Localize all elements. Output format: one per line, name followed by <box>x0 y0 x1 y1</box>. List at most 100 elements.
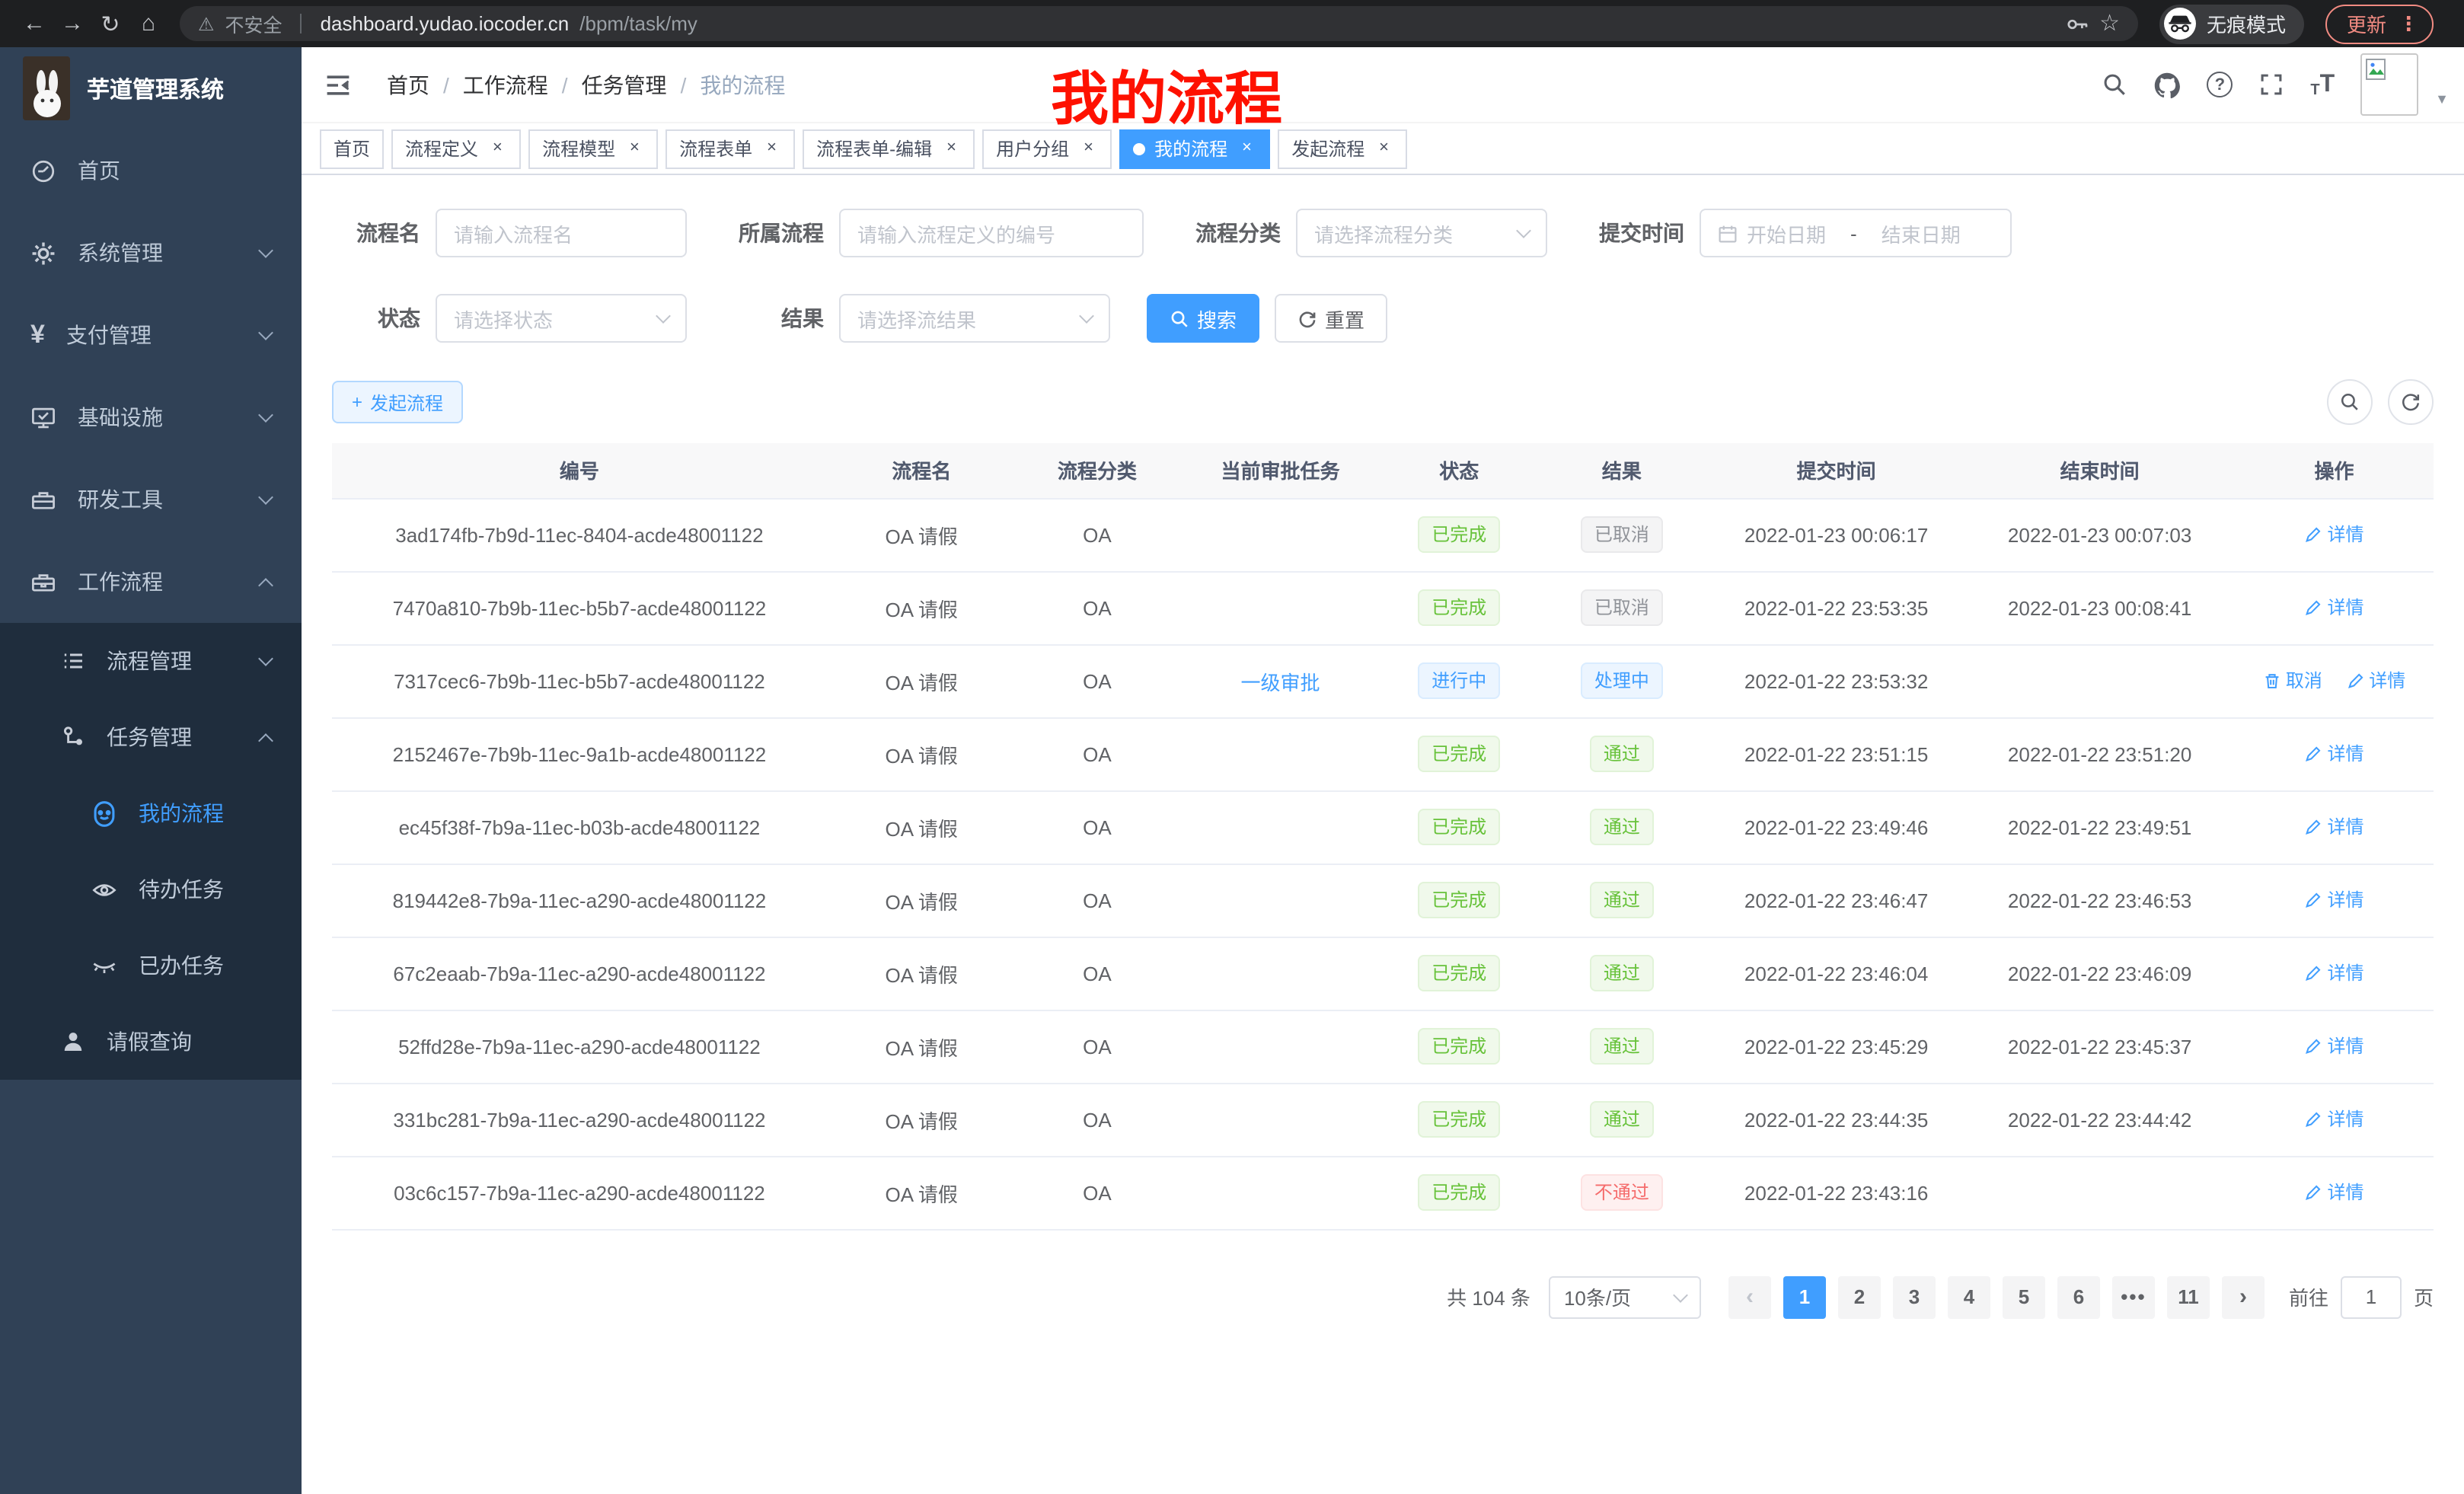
detail-action-link[interactable]: 详情 <box>2305 595 2364 621</box>
result-select[interactable]: 请选择流结果 <box>839 294 1110 343</box>
page-button[interactable]: 4 <box>1948 1275 1990 1318</box>
tab-close-icon[interactable]: × <box>1237 139 1256 158</box>
tab-close-icon[interactable]: × <box>941 139 961 158</box>
sidebar-item-label: 已办任务 <box>139 950 224 981</box>
result-badge: 通过 <box>1590 955 1654 991</box>
page-button[interactable]: 6 <box>2057 1275 2100 1318</box>
page-button[interactable]: ••• <box>2112 1275 2155 1318</box>
sidebar-item-process-mgmt[interactable]: 流程管理 <box>0 623 302 699</box>
sidebar-item-infra[interactable]: 基础设施 <box>0 376 302 458</box>
page-button[interactable]: 1 <box>1783 1275 1826 1318</box>
page-button[interactable]: 2 <box>1838 1275 1881 1318</box>
tab[interactable]: 发起流程 × <box>1278 129 1407 168</box>
category-select[interactable]: 请选择流程分类 <box>1296 209 1547 257</box>
current-task-link[interactable]: 一级审批 <box>1241 671 1320 694</box>
fullscreen-icon[interactable] <box>2258 72 2284 97</box>
next-page-button[interactable]: › <box>2222 1275 2265 1318</box>
tab-close-icon[interactable]: × <box>487 139 507 158</box>
sidebar-item-leave-query[interactable]: 请假查询 <box>0 1004 302 1080</box>
submit-time-range-picker[interactable]: 开始日期 - 结束日期 <box>1700 209 2012 257</box>
goto-page: 前往 1 页 <box>2289 1275 2434 1318</box>
chevron-down-icon <box>258 651 273 666</box>
detail-action-link[interactable]: 详情 <box>2305 960 2364 986</box>
cell-process-name: OA 请假 <box>827 1010 1017 1083</box>
reload-icon[interactable]: ↻ <box>91 5 129 42</box>
bookmark-star-icon[interactable]: ☆ <box>2099 12 2120 35</box>
tab-close-icon[interactable]: × <box>1078 139 1098 158</box>
detail-action-link[interactable]: 详情 <box>2346 668 2405 694</box>
logo-row[interactable]: 芋道管理系统 <box>0 47 302 129</box>
security-label: 不安全 <box>225 9 282 38</box>
sidebar-item-workflow[interactable]: 工作流程 <box>0 541 302 623</box>
tab[interactable]: 首页 <box>320 129 384 168</box>
update-button[interactable]: 更新 ⋮ <box>2325 4 2434 43</box>
tab[interactable]: 流程模型 × <box>528 129 658 168</box>
page-button[interactable]: 3 <box>1893 1275 1936 1318</box>
page-size-select[interactable]: 10条/页 <box>1549 1275 1701 1318</box>
status-select[interactable]: 请选择状态 <box>436 294 687 343</box>
address-bar[interactable]: ⚠ 不安全 dashboard.yudao.iocoder.cn /bpm/ta… <box>180 6 2138 41</box>
help-icon[interactable]: ? <box>2207 72 2233 97</box>
avatar-dropdown-icon[interactable]: ▼ <box>2435 91 2449 107</box>
forward-icon[interactable]: → <box>53 5 91 42</box>
back-icon[interactable]: ← <box>15 5 53 42</box>
process-def-input[interactable]: 请输入流程定义的编号 <box>839 209 1144 257</box>
detail-action-link[interactable]: 详情 <box>2305 522 2364 547</box>
detail-action-link[interactable]: 详情 <box>2305 887 2364 913</box>
sidebar-item-payment[interactable]: ¥ 支付管理 <box>0 294 302 376</box>
detail-action-link[interactable]: 详情 <box>2305 814 2364 840</box>
show-search-toggle-button[interactable] <box>2327 379 2373 425</box>
breadcrumb-item[interactable]: 首页 <box>387 69 429 100</box>
page-title-overlay: 我的流程 <box>1051 52 1282 136</box>
prev-page-button[interactable]: ‹ <box>1728 1275 1771 1318</box>
tab[interactable]: 流程定义 × <box>391 129 521 168</box>
breadcrumb-item[interactable]: 工作流程 <box>463 69 548 100</box>
tab[interactable]: 流程表单 × <box>665 129 795 168</box>
detail-action-link[interactable]: 详情 <box>2305 1106 2364 1132</box>
url-path: /bpm/task/my <box>579 12 697 35</box>
sidebar-item-done-tasks[interactable]: 已办任务 <box>0 927 302 1004</box>
home-icon[interactable]: ⌂ <box>129 5 168 42</box>
search-icon[interactable] <box>2102 72 2127 97</box>
github-icon[interactable] <box>2153 71 2181 98</box>
eye-icon <box>91 876 117 902</box>
sidebar-item-system[interactable]: 系统管理 <box>0 212 302 294</box>
sidebar-item-task-mgmt[interactable]: 任务管理 <box>0 699 302 775</box>
sidebar-item-home[interactable]: 首页 <box>0 129 302 212</box>
create-process-button[interactable]: + 发起流程 <box>332 381 463 423</box>
goto-page-input[interactable]: 1 <box>2341 1275 2402 1318</box>
refresh-table-button[interactable] <box>2388 379 2434 425</box>
process-name-label: 流程名 <box>332 218 420 248</box>
sidebar-collapse-icon[interactable] <box>302 71 375 98</box>
tab-close-icon[interactable]: × <box>624 139 644 158</box>
search-button[interactable]: 搜索 <box>1147 294 1259 343</box>
page-button[interactable]: 5 <box>2003 1275 2045 1318</box>
sidebar-item-devtools[interactable]: 研发工具 <box>0 458 302 541</box>
column-header: 当前审批任务 <box>1178 443 1383 498</box>
status-badge: 已完成 <box>1418 955 1500 991</box>
security-warning-icon[interactable]: ⚠ <box>198 13 215 34</box>
password-key-icon[interactable] <box>2064 11 2089 36</box>
browser-menu-icon[interactable]: ⋮ <box>2399 11 2418 36</box>
tab-close-icon[interactable]: × <box>761 139 781 158</box>
column-header: 提交时间 <box>1708 443 1964 498</box>
column-header: 结果 <box>1536 443 1709 498</box>
cell-result: 通过 <box>1536 790 1709 864</box>
cell-actions: 详情 <box>2235 1156 2434 1229</box>
detail-action-link[interactable]: 详情 <box>2305 1180 2364 1205</box>
font-size-icon[interactable]: TT <box>2310 71 2335 98</box>
detail-action-link[interactable]: 详情 <box>2305 1033 2364 1059</box>
sidebar-item-my-process[interactable]: 我的流程 <box>0 775 302 851</box>
breadcrumb-item[interactable]: 任务管理 <box>582 69 667 100</box>
cancel-action-link[interactable]: 取消 <box>2263 668 2322 694</box>
table-row: 52ffd28e-7b9a-11ec-a290-acde48001122 OA … <box>332 1010 2434 1083</box>
tab-close-icon[interactable]: × <box>1374 139 1393 158</box>
sidebar-item-todo-tasks[interactable]: 待办任务 <box>0 851 302 927</box>
process-name-input[interactable]: 请输入流程名 <box>436 209 687 257</box>
page-button[interactable]: 11 <box>2167 1275 2210 1318</box>
tab[interactable]: 流程表单-编辑 × <box>803 129 975 168</box>
reset-button[interactable]: 重置 <box>1275 294 1387 343</box>
cell-submit-time: 2022-01-22 23:44:35 <box>1708 1083 1964 1156</box>
detail-action-link[interactable]: 详情 <box>2305 741 2364 767</box>
avatar[interactable] <box>2360 53 2418 116</box>
